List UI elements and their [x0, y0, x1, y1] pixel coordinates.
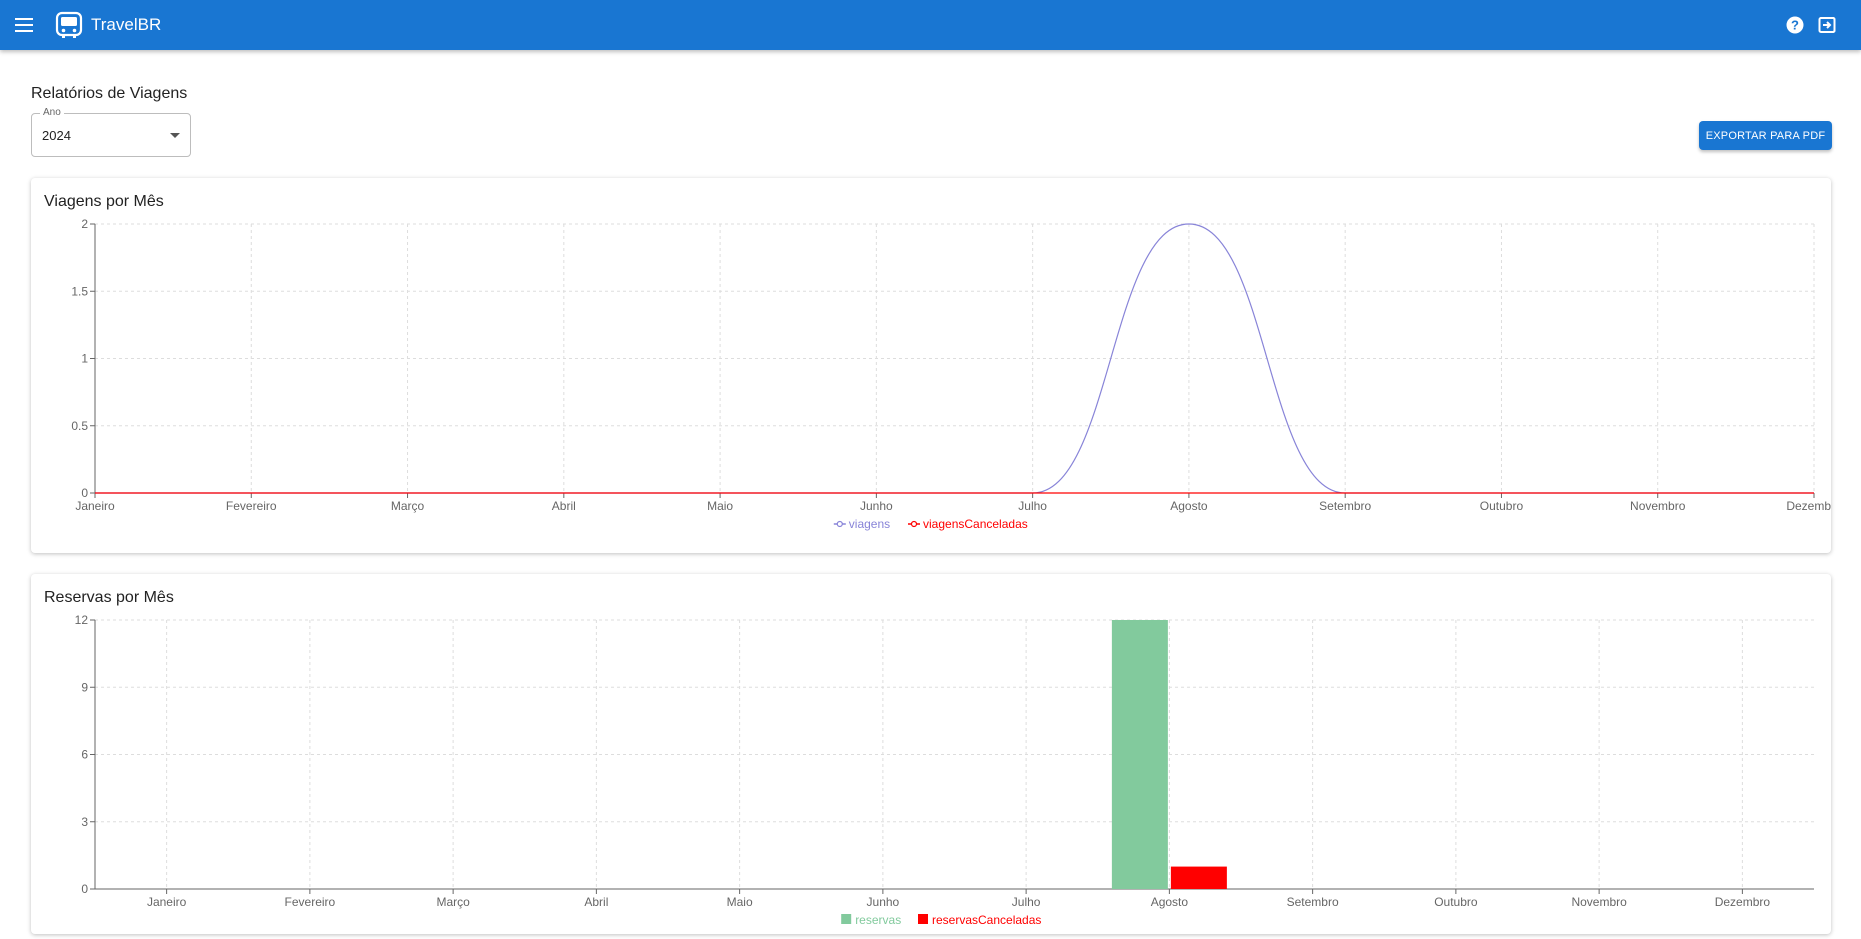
x-tick-label: Abril: [584, 895, 608, 909]
legend-label-reservasCanceladas: reservasCanceladas: [932, 913, 1041, 927]
viagens-chart-card: Viagens por Mês 0 0.5 1 1.5 2 Janeiro Fevereir…: [31, 178, 1842, 553]
svg-text:?: ?: [1791, 18, 1799, 33]
x-tick-label: Novembro: [1571, 895, 1627, 909]
legend-label-viagensCanceladas: viagensCanceladas: [923, 517, 1028, 531]
bus-icon: [55, 11, 83, 38]
legend-marker-viagensCanceladas: [910, 520, 918, 528]
y-tick-label: 3: [81, 815, 88, 829]
y-tick-label: 0: [81, 486, 88, 500]
year-select-label: Ano: [40, 107, 64, 118]
x-tick-label: Novembro: [1630, 499, 1686, 513]
y-tick-label: 0: [81, 882, 88, 896]
y-tick-label: 2: [81, 217, 88, 231]
viagens-chart-title: Viagens por Mês: [44, 193, 164, 210]
x-tick-label: Março: [391, 499, 425, 513]
reservas-bar-chart: 0 3 6 9 12 Janeiro Fevereiro Março Abril Maio Junh…: [75, 613, 1814, 927]
x-tick-label: Fevereiro: [285, 895, 336, 909]
export-pdf-button[interactable]: EXPORTAR PARA PDF: [1699, 121, 1832, 150]
reservas-chart-title: Reservas por Mês: [44, 589, 174, 606]
x-tick-label: Setembro: [1287, 895, 1339, 909]
x-tick-label: Março: [436, 895, 470, 909]
legend-swatch-reservasCanceladas: [918, 914, 928, 924]
y-tick-label: 1: [81, 352, 88, 366]
app-bar: TravelBR ?: [0, 0, 1861, 50]
y-tick-label: 9: [81, 680, 88, 694]
year-select-value: 2024: [42, 128, 71, 143]
x-tick-label: Julho: [1018, 499, 1047, 513]
x-tick-label: Agosto: [1151, 895, 1189, 909]
x-tick-label: Junho: [867, 895, 900, 909]
x-tick-label: Fevereiro: [226, 499, 277, 513]
legend-label-viagens: viagens: [849, 517, 890, 531]
y-tick-label: 0.5: [71, 419, 88, 433]
bar-reservasCanceladas: [1170, 866, 1227, 889]
legend-marker-viagens: [836, 520, 843, 528]
y-tick-label: 6: [81, 748, 88, 762]
x-tick-label: Julho: [1012, 895, 1041, 909]
x-tick-label: Janeiro: [75, 499, 115, 513]
bar-reservas: [1111, 620, 1168, 889]
menu-button[interactable]: [12, 13, 36, 37]
page-title: Relatórios de Viagens: [31, 85, 188, 102]
x-tick-label: Abril: [552, 499, 576, 513]
x-tick-label: Janeiro: [147, 895, 187, 909]
caret-down-icon: [170, 133, 180, 138]
x-tick-label: Junho: [860, 499, 893, 513]
logout-button[interactable]: [1816, 14, 1838, 36]
y-tick-label: 12: [75, 613, 89, 627]
help-button[interactable]: ?: [1784, 14, 1806, 36]
x-tick-label: Maio: [727, 895, 753, 909]
x-tick-label: Outubro: [1434, 895, 1478, 909]
y-tick-label: 1.5: [71, 284, 88, 298]
x-tick-label: Dezembro: [1786, 499, 1831, 513]
menu-icon: [15, 18, 33, 32]
x-tick-label: Setembro: [1319, 499, 1371, 513]
x-tick-label: Dezembro: [1715, 895, 1771, 909]
x-tick-label: Agosto: [1170, 499, 1208, 513]
year-select[interactable]: Ano 2024: [31, 107, 191, 157]
viagens-line-chart: 0 0.5 1 1.5 2 Janeiro Fevereiro Março Abril Maio J…: [71, 217, 1842, 531]
logout-icon: [1818, 17, 1836, 33]
x-tick-label: Maio: [707, 499, 733, 513]
legend-label-reservas: reservas: [855, 913, 901, 927]
x-tick-label: Outubro: [1480, 499, 1524, 513]
reservas-chart-card: Reservas por Mês 0 3 6 9 12 Janeiro Fevereiro M…: [31, 574, 1831, 934]
legend-swatch-reservas: [841, 914, 852, 924]
app-brand[interactable]: TravelBR: [91, 15, 161, 35]
help-icon: ?: [1786, 16, 1804, 34]
